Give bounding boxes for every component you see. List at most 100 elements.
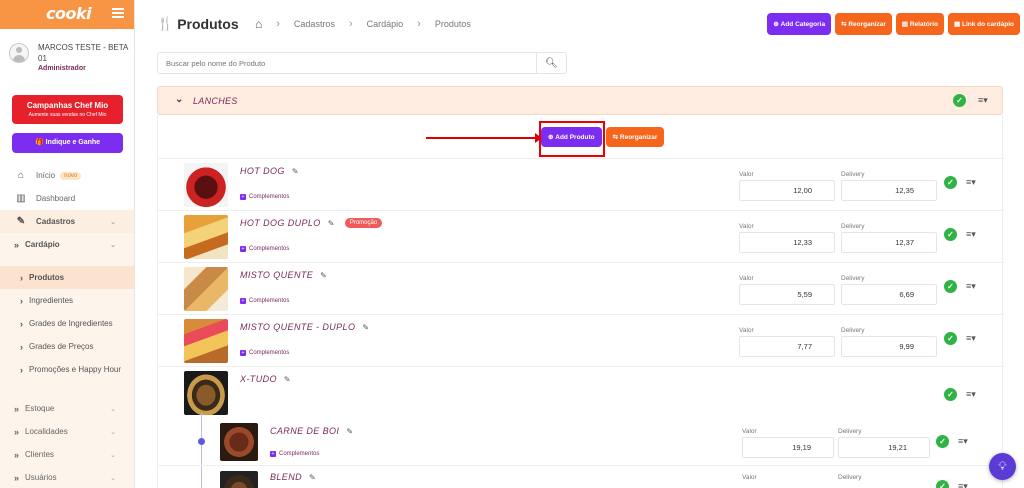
- relatorio-button[interactable]: ▤ Relatório: [895, 13, 945, 35]
- pencil-icon[interactable]: ✎: [309, 473, 316, 482]
- link-cardapio-button[interactable]: ▦ Link do cardápio: [948, 13, 1020, 35]
- indique-button[interactable]: 🎁 Indique e Ganhe: [12, 133, 123, 153]
- delivery-field[interactable]: 9,99: [841, 336, 937, 357]
- button-label: Link do cardápio: [961, 20, 1014, 28]
- avatar[interactable]: [9, 43, 29, 63]
- sidebar-item-promocoes[interactable]: › Promoções e Happy Hour: [0, 358, 134, 381]
- sidebar-item-grades-ingredientes[interactable]: › Grades de Ingredientes: [0, 312, 134, 335]
- sidebar-item-ingredientes[interactable]: › Ingredientes: [0, 289, 134, 312]
- product-name[interactable]: X-TUDO ✎: [240, 374, 291, 384]
- table-row[interactable]: MISTO QUENTE - DUPLO ✎ + Complementos Valo…: [158, 314, 1004, 365]
- campaign-button[interactable]: Campanhas Chef Mio Aumente suas vendas n…: [12, 95, 123, 124]
- delivery-label: Delivery: [838, 474, 862, 481]
- delivery-field[interactable]: 6,69: [841, 284, 937, 305]
- delivery-field[interactable]: 19,21: [838, 437, 930, 458]
- menu-list-icon[interactable]: ≡▾: [966, 177, 976, 188]
- product-image: [184, 319, 228, 363]
- pencil-icon[interactable]: ✎: [346, 427, 353, 436]
- home-icon[interactable]: ⌂: [255, 17, 262, 31]
- hamburger-menu-icon[interactable]: [112, 8, 124, 18]
- app-logo[interactable]: cooki: [46, 4, 92, 23]
- list-item[interactable]: BLEND ✎ Valor Delivery ✓ ≡▾: [158, 465, 1004, 488]
- valor-field[interactable]: 12,00: [739, 180, 835, 201]
- sidebar-item-estoque[interactable]: » Estoque ⌄: [0, 397, 134, 420]
- table-row[interactable]: MISTO QUENTE ✎ + Complementos Valor Delive…: [158, 262, 1004, 313]
- table-row[interactable]: HOT DOG DUPLO ✎ Promoção + Complementos Val…: [158, 210, 1004, 261]
- valor-field[interactable]: 7,77: [739, 336, 835, 357]
- complementos-link[interactable]: + Complementos: [240, 298, 289, 304]
- menu-list-icon[interactable]: ≡▾: [978, 95, 988, 106]
- pencil-icon[interactable]: ✎: [292, 167, 299, 176]
- reorganizar-button[interactable]: ⇆ Reorganizar: [835, 13, 892, 35]
- sidebar-item-grades-precos[interactable]: › Grades de Preços: [0, 335, 134, 358]
- sidebar-item-produtos[interactable]: › Produtos: [0, 266, 134, 289]
- plus-square-icon: +: [240, 350, 246, 356]
- check-icon[interactable]: ✓: [953, 94, 966, 107]
- chevron-down-icon[interactable]: ⌄: [175, 94, 183, 105]
- list-item[interactable]: CARNE DE BOI ✎ + Complementos Valor Delive…: [158, 418, 1004, 465]
- pencil-icon[interactable]: ✎: [328, 219, 335, 228]
- chevron-down-icon: ⌄: [110, 474, 116, 482]
- product-image: [220, 471, 258, 488]
- check-icon[interactable]: ✓: [944, 176, 957, 189]
- product-name[interactable]: HOT DOG DUPLO ✎ Promoção: [240, 218, 383, 228]
- product-name[interactable]: MISTO QUENTE - DUPLO ✎: [240, 322, 369, 332]
- check-icon[interactable]: ✓: [936, 480, 949, 488]
- sidebar-item-cardapio[interactable]: » Cardápio ⌄: [0, 233, 134, 256]
- menu-list-icon[interactable]: ≡▾: [966, 389, 976, 400]
- sidebar-item-cadastros[interactable]: ✎ Cadastros ⌄: [0, 210, 134, 233]
- sidebar-item-label: Cardápio: [25, 240, 60, 249]
- valor-field[interactable]: 19,19: [742, 437, 834, 458]
- delivery-field[interactable]: 12,35: [841, 180, 937, 201]
- add-categoria-button[interactable]: ⊕ Add Categoria: [767, 13, 832, 35]
- user-name: MARCOS TESTE - BETA 01: [38, 43, 128, 63]
- delivery-field[interactable]: 12,37: [841, 232, 937, 253]
- sidebar-item-inicio[interactable]: ⌂ Início novo: [0, 164, 134, 187]
- product-name[interactable]: CARNE DE BOI ✎: [270, 426, 353, 436]
- check-icon[interactable]: ✓: [936, 435, 949, 448]
- check-icon[interactable]: ✓: [944, 228, 957, 241]
- menu-list-icon[interactable]: ≡▾: [966, 281, 976, 292]
- plus-square-icon: +: [270, 451, 276, 457]
- product-name[interactable]: BLEND ✎: [270, 472, 316, 482]
- pencil-icon[interactable]: ✎: [362, 323, 369, 332]
- complementos-link[interactable]: + Complementos: [240, 350, 289, 356]
- product-name[interactable]: HOT DOG ✎: [240, 166, 299, 176]
- sidebar-item-label: Estoque: [25, 404, 55, 413]
- help-lightbulb-button[interactable]: 💡︎: [989, 453, 1016, 480]
- sidebar-item-usuarios[interactable]: » Usuários ⌄: [0, 466, 134, 488]
- complementos-link[interactable]: + Complementos: [240, 194, 289, 200]
- sidebar-item-clientes[interactable]: » Clientes ⌄: [0, 443, 134, 466]
- table-row[interactable]: HOT DOG ✎ + Complementos Valor Delivery 12…: [158, 158, 1004, 209]
- product-image: [220, 423, 258, 461]
- pencil-icon[interactable]: ✎: [320, 271, 327, 280]
- file-icon: ▤: [901, 21, 910, 28]
- sidebar-item-dashboard[interactable]: ▥ Dashboard: [0, 187, 134, 210]
- product-name[interactable]: MISTO QUENTE ✎: [240, 270, 327, 280]
- add-produto-button[interactable]: ⊕ Add Produto: [541, 127, 602, 147]
- valor-field[interactable]: 12,33: [739, 232, 835, 253]
- chevron-right-icon: ›: [417, 18, 421, 30]
- sidebar-item-localidades[interactable]: » Localidades ⌄: [0, 420, 134, 443]
- category-header[interactable]: ⌄ LANCHES ✓ ≡▾: [157, 86, 1003, 115]
- complementos-link[interactable]: + Complementos: [270, 451, 319, 457]
- pencil-icon[interactable]: ✎: [284, 375, 291, 384]
- breadcrumb-item[interactable]: Cardápio: [367, 19, 404, 29]
- sidebar-item-label: Cadastros: [36, 217, 76, 226]
- breadcrumb-item[interactable]: Cadastros: [294, 19, 335, 29]
- reorganizar-produtos-button[interactable]: ⇆ Reorganizar: [605, 127, 665, 147]
- check-icon[interactable]: ✓: [944, 332, 957, 345]
- search-input[interactable]: [158, 53, 536, 73]
- menu-list-icon[interactable]: ≡▾: [958, 481, 968, 488]
- table-row[interactable]: X-TUDO ✎ ✓ ≡▾: [158, 366, 1004, 417]
- menu-list-icon[interactable]: ≡▾: [966, 333, 976, 344]
- menu-list-icon[interactable]: ≡▾: [966, 229, 976, 240]
- valor-field[interactable]: 5,59: [739, 284, 835, 305]
- menu-list-icon[interactable]: ≡▾: [958, 436, 968, 447]
- search-button[interactable]: 🔍︎: [536, 53, 566, 73]
- delivery-label: Delivery: [841, 171, 865, 178]
- check-icon[interactable]: ✓: [944, 388, 957, 401]
- complementos-link[interactable]: + Complementos: [240, 246, 289, 252]
- product-name-text: X-TUDO: [240, 374, 277, 384]
- check-icon[interactable]: ✓: [944, 280, 957, 293]
